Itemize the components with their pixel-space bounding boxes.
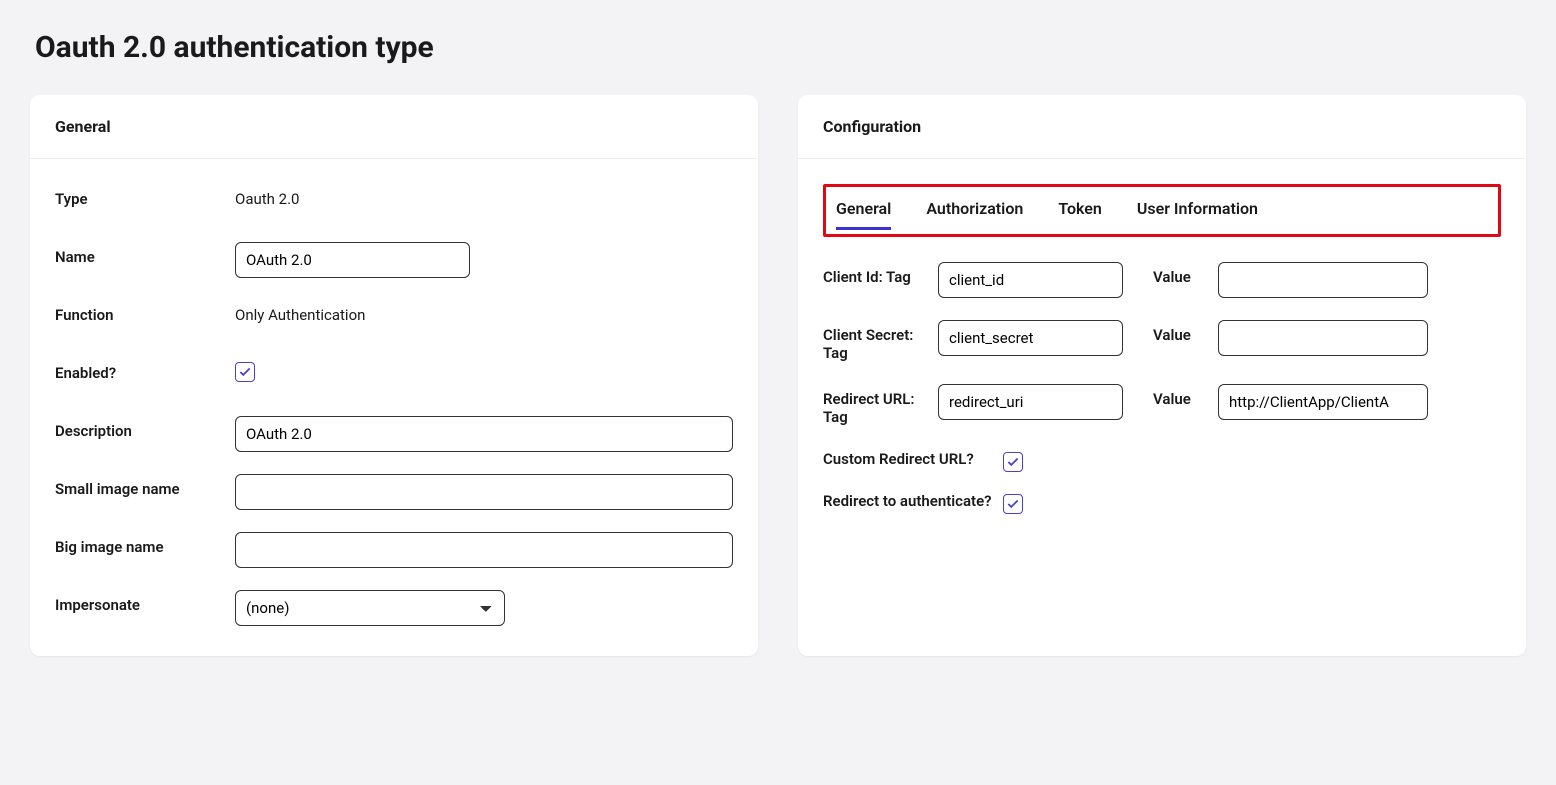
client-id-tag-label: Client Id: Tag	[823, 262, 928, 286]
type-value: Oauth 2.0	[235, 184, 733, 208]
function-value: Only Authentication	[235, 300, 733, 324]
function-label: Function	[55, 300, 235, 324]
client-secret-tag-input[interactable]	[938, 320, 1123, 356]
config-tabs: General Authorization Token User Informa…	[823, 184, 1501, 237]
tab-user-information[interactable]: User Information	[1137, 193, 1258, 228]
tab-authorization[interactable]: Authorization	[926, 193, 1023, 228]
description-label: Description	[55, 416, 235, 440]
redirect-authenticate-label: Redirect to authenticate?	[823, 490, 1003, 510]
check-icon	[1006, 455, 1020, 469]
name-label: Name	[55, 242, 235, 266]
client-secret-tag-label: Client Secret: Tag	[823, 320, 928, 362]
check-icon	[1006, 497, 1020, 511]
general-card-header: General	[30, 95, 758, 159]
page-title: Oauth 2.0 authentication type	[35, 30, 1526, 65]
impersonate-label: Impersonate	[55, 590, 235, 614]
configuration-card-header: Configuration	[798, 95, 1526, 159]
redirect-url-tag-input[interactable]	[938, 384, 1123, 420]
redirect-url-tag-label: Redirect URL: Tag	[823, 384, 928, 426]
type-label: Type	[55, 184, 235, 208]
check-icon	[238, 365, 252, 379]
client-secret-value-label: Value	[1153, 320, 1208, 344]
redirect-authenticate-checkbox[interactable]	[1003, 494, 1023, 514]
configuration-card: Configuration General Authorization Toke…	[798, 95, 1526, 656]
tab-token[interactable]: Token	[1058, 193, 1102, 228]
big-image-label: Big image name	[55, 532, 235, 556]
impersonate-select[interactable]: (none)	[235, 590, 505, 626]
redirect-url-value-input[interactable]	[1218, 384, 1428, 420]
client-id-tag-input[interactable]	[938, 262, 1123, 298]
name-input[interactable]	[235, 242, 470, 278]
small-image-label: Small image name	[55, 474, 235, 498]
general-card: General Type Oauth 2.0 Name Function Onl…	[30, 95, 758, 656]
redirect-url-value-label: Value	[1153, 384, 1208, 408]
enabled-label: Enabled?	[55, 358, 235, 382]
enabled-checkbox[interactable]	[235, 362, 255, 382]
client-id-value-label: Value	[1153, 262, 1208, 286]
custom-redirect-checkbox[interactable]	[1003, 452, 1023, 472]
client-id-value-input[interactable]	[1218, 262, 1428, 298]
small-image-input[interactable]	[235, 474, 733, 510]
client-secret-value-input[interactable]	[1218, 320, 1428, 356]
description-input[interactable]	[235, 416, 733, 452]
big-image-input[interactable]	[235, 532, 733, 568]
custom-redirect-label: Custom Redirect URL?	[823, 448, 1003, 468]
tab-general[interactable]: General	[836, 193, 891, 228]
